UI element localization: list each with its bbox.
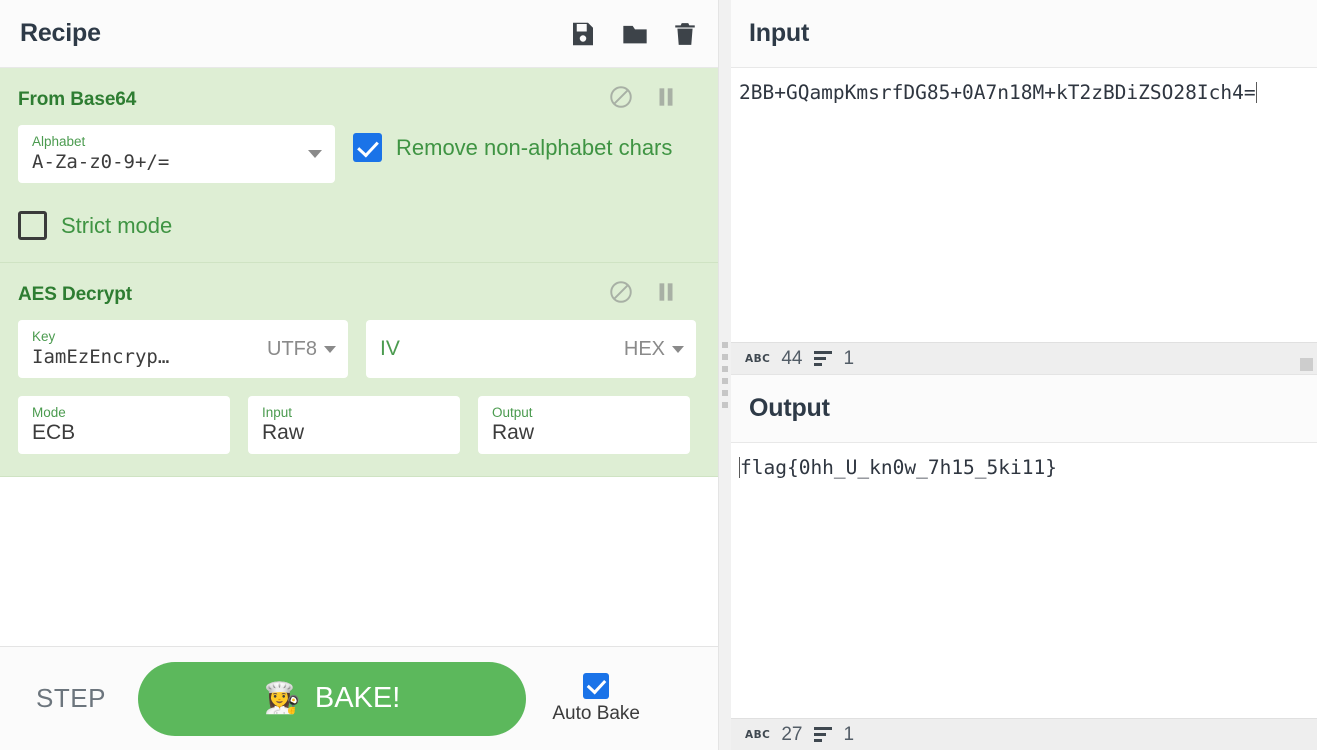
io-pane: Input 2BB+GQampKmsrfDG85+0A7n18M+kT2zBDi… (731, 0, 1317, 750)
checkbox-unchecked-icon (18, 211, 47, 240)
operation-args: Alphabet A-Za-z0-9+/= Remove non-alphabe… (0, 125, 718, 183)
input-textarea[interactable]: 2BB+GQampKmsrfDG85+0A7n18M+kT2zBDiZSO28I… (731, 68, 1317, 342)
folder-icon[interactable] (620, 20, 650, 48)
key-encoding-value: UTF8 (267, 338, 317, 361)
chevron-down-icon (308, 150, 322, 158)
input-resize-handle[interactable] (1300, 358, 1313, 371)
operation-controls (608, 279, 700, 310)
arg-row-alphabet: Alphabet A-Za-z0-9+/= Remove non-alphabe… (18, 125, 700, 183)
key-value: IamEzEncryp… (32, 345, 257, 369)
input-length-value: 44 (781, 348, 802, 370)
lines-icon (814, 727, 832, 742)
bake-controls-bar: STEP 👩‍🍳 BAKE! Auto Bake (0, 646, 718, 750)
checkbox-checked-icon (353, 133, 382, 162)
checkbox-checked-icon (583, 673, 609, 699)
iv-encoding-select[interactable]: HEX (614, 338, 684, 361)
recipe-operation-list[interactable]: From Base64 (0, 68, 718, 646)
abc-icon: ABC (745, 729, 770, 741)
input-title-bar: Input (731, 0, 1317, 68)
strict-mode-label: Strict mode (61, 213, 172, 239)
aes-input-label: Input (262, 405, 448, 420)
output-length-group: ABC 27 (745, 724, 802, 746)
page-title: Recipe (20, 19, 101, 48)
operation-from-base64[interactable]: From Base64 (0, 68, 718, 263)
input-lines-value: 1 (843, 348, 854, 370)
pause-icon[interactable] (656, 84, 676, 115)
operation-title: From Base64 (18, 89, 136, 111)
aes-input-value: Raw (262, 421, 448, 445)
output-length-value: 27 (781, 724, 802, 746)
input-status-bar: ABC 44 1 (731, 342, 1317, 374)
iv-encoding-value: HEX (624, 338, 665, 361)
iv-placeholder: IV (380, 337, 614, 361)
pause-icon[interactable] (656, 279, 676, 310)
text-caret (1256, 82, 1257, 103)
operation-title: AES Decrypt (18, 284, 132, 306)
input-length-group: ABC 44 (745, 348, 802, 370)
disable-icon[interactable] (608, 84, 634, 115)
aes-output-label: Output (492, 405, 678, 420)
mode-value: ECB (32, 421, 218, 445)
arg-row-strict: Strict mode (0, 211, 718, 240)
splitter-grip-icon (722, 342, 728, 408)
operation-header: AES Decrypt (0, 263, 718, 320)
alphabet-select[interactable]: Alphabet A-Za-z0-9+/= (18, 125, 335, 183)
output-title-bar: Output (731, 375, 1317, 443)
aes-output-value: Raw (492, 421, 678, 445)
recipe-toolbar (568, 19, 698, 49)
disable-icon[interactable] (608, 279, 634, 310)
key-encoding-select[interactable]: UTF8 (257, 338, 336, 361)
auto-bake-label: Auto Bake (552, 703, 640, 725)
operation-controls (608, 84, 700, 115)
operation-header: From Base64 (0, 68, 718, 125)
save-icon[interactable] (568, 19, 598, 49)
output-textarea[interactable]: flag{0hh_U_kn0w_7h15_5ki11} (731, 443, 1317, 718)
mode-select[interactable]: Mode ECB (18, 396, 230, 454)
pane-splitter[interactable] (719, 0, 731, 750)
strict-mode-checkbox[interactable]: Strict mode (18, 211, 700, 240)
remove-nonalphabet-checkbox[interactable]: Remove non-alphabet chars (353, 133, 672, 162)
remove-nonalphabet-label: Remove non-alphabet chars (396, 135, 672, 161)
cyberchef-app: Recipe (0, 0, 1317, 750)
trash-icon[interactable] (672, 19, 698, 49)
operation-args: Key IamEzEncryp… UTF8 IV (0, 320, 718, 454)
lines-icon (814, 351, 832, 366)
bake-button-label: BAKE! (315, 682, 400, 715)
chef-icon: 👩‍🍳 (264, 684, 301, 714)
arg-row-mode-io: Mode ECB Input Raw Output Raw (18, 396, 700, 454)
output-lines-value: 1 (843, 724, 854, 746)
arg-row-key-iv: Key IamEzEncryp… UTF8 IV (18, 320, 700, 378)
input-lines-group: 1 (814, 348, 854, 370)
alphabet-value: A-Za-z0-9+/= (32, 150, 301, 174)
bake-button[interactable]: 👩‍🍳 BAKE! (138, 662, 526, 736)
output-section: Output flag{0hh_U_kn0w_7h15_5ki11} ABC 2… (731, 374, 1317, 750)
step-button[interactable]: STEP (22, 673, 120, 724)
iv-field[interactable]: IV HEX (366, 320, 696, 378)
recipe-empty-area[interactable] (0, 477, 718, 646)
input-title: Input (749, 19, 809, 48)
auto-bake-toggle[interactable]: Auto Bake (552, 673, 640, 725)
mode-label: Mode (32, 405, 218, 420)
aes-output-select[interactable]: Output Raw (478, 396, 690, 454)
aes-input-select[interactable]: Input Raw (248, 396, 460, 454)
operation-aes-decrypt[interactable]: AES Decrypt (0, 263, 718, 477)
output-lines-group: 1 (814, 724, 854, 746)
chevron-down-icon (324, 346, 336, 353)
input-section: Input 2BB+GQampKmsrfDG85+0A7n18M+kT2zBDi… (731, 0, 1317, 374)
recipe-title-bar: Recipe (0, 0, 718, 68)
output-status-bar: ABC 27 1 (731, 718, 1317, 750)
output-title: Output (749, 394, 830, 423)
key-field[interactable]: Key IamEzEncryp… UTF8 (18, 320, 348, 378)
chevron-down-icon (672, 346, 684, 353)
recipe-pane: Recipe (0, 0, 719, 750)
output-text: flag{0hh_U_kn0w_7h15_5ki11} (740, 456, 1057, 479)
abc-icon: ABC (745, 353, 770, 365)
input-text: 2BB+GQampKmsrfDG85+0A7n18M+kT2zBDiZSO28I… (739, 81, 1256, 104)
alphabet-label: Alphabet (32, 134, 301, 149)
key-label: Key (32, 329, 257, 344)
